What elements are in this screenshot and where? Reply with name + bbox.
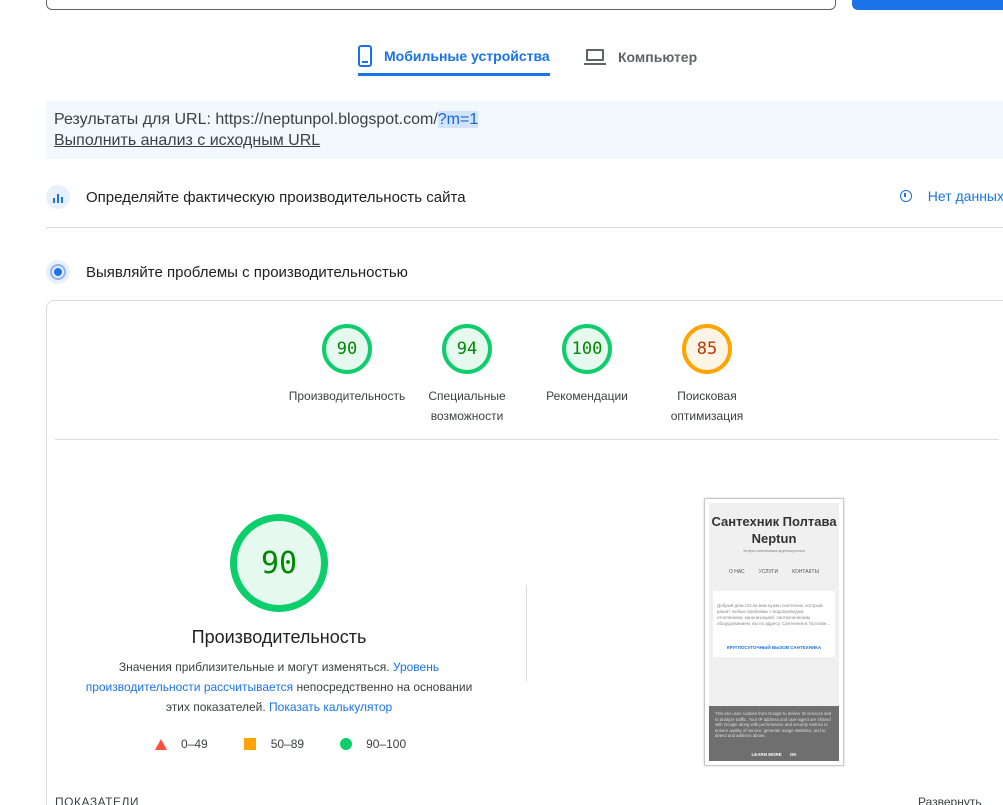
preview-nav-item: УСЛУГИ — [758, 569, 779, 575]
section-divider — [46, 227, 1003, 228]
tab-desktop[interactable]: Компьютер — [584, 38, 697, 76]
rerun-original-url-link[interactable]: Выполнить анализ с исходным URL — [54, 132, 998, 150]
gauge-best-practices[interactable]: 100 Рекомендации — [527, 324, 647, 426]
preview-cta: КРУГЛОСУТОЧНЫЙ ВЫЗОВ САНТЕХНИКА — [726, 645, 822, 650]
info-icon — [899, 190, 912, 202]
gauge-seo-label: Поисковая оптимизация — [670, 389, 744, 423]
preview-site-title: Сантехник Полтава Neptun — [711, 514, 837, 546]
expand-view-button[interactable]: Развернуть — [918, 795, 982, 805]
pass-circle-icon — [340, 738, 353, 750]
url-result-query: ?m=1 — [437, 111, 479, 128]
score-legend: 0–49 50–89 90–100 — [155, 737, 442, 751]
device-tabs: Мобильные устройства Компьютер — [358, 38, 697, 78]
preview-nav-item: КОНТАКТЫ — [792, 569, 820, 575]
preview-cookie-ok: OK — [789, 752, 797, 758]
performance-score-gauge: 90 — [230, 514, 328, 612]
preview-nav: О НАС УСЛУГИ КОНТАКТЫ — [709, 569, 839, 575]
performance-desc-text-1: Значения приблизительные и могут изменят… — [118, 660, 393, 674]
field-data-title: Определяйте фактическую производительнос… — [86, 188, 466, 206]
performance-description: Значения приблизительные и могут изменят… — [77, 657, 481, 717]
gauge-accessibility-score: 94 — [442, 324, 492, 374]
legend-average: 50–89 — [270, 737, 305, 751]
preview-cookie-banner: This site uses cookies from Google to de… — [709, 706, 839, 761]
url-result-panel: Результаты для URL: https://neptunpol.bl… — [46, 101, 1003, 159]
gauge-seo-score: 85 — [682, 324, 732, 374]
lighthouse-icon — [46, 260, 70, 284]
average-square-icon — [243, 738, 256, 750]
laptop-icon — [584, 49, 606, 65]
metrics-heading: ПОКАЗАТЕЛИ — [55, 795, 139, 805]
gauge-accessibility-label: Специальные возможности — [428, 389, 506, 423]
report-card: 90 Производительность 94 Специальные воз… — [46, 300, 1003, 805]
preview-subtitle: Услуги сантехника круглосуточно — [743, 548, 805, 553]
gauge-performance-label: Производительность — [288, 389, 406, 403]
url-input[interactable] — [46, 0, 836, 10]
users-chart-icon — [46, 185, 70, 209]
fail-triangle-icon — [155, 738, 167, 750]
analyze-button[interactable] — [852, 0, 1003, 10]
no-data-link[interactable]: Нет данных — [899, 188, 1003, 204]
gauge-performance[interactable]: 90 Производительность — [287, 324, 407, 426]
preview-cookie-text: This site uses cookies from Google to de… — [715, 711, 832, 739]
calculator-link[interactable]: Показать калькулятор — [269, 700, 392, 714]
preview-body-text: Добрый день! Если вам нужен сантехник, к… — [717, 603, 831, 626]
phone-icon — [358, 44, 372, 67]
performance-title: Производительность — [191, 627, 367, 647]
card-divider — [55, 439, 999, 440]
preview-nav-item: О НАС — [728, 569, 745, 575]
lab-data-section: Выявляйте проблемы с производительностью — [46, 257, 1003, 287]
vertical-divider — [526, 585, 527, 681]
preview-cookie-learn: LEARN MORE — [751, 752, 782, 758]
gauge-seo[interactable]: 85 Поисковая оптимизация — [647, 324, 767, 426]
preview-content-box: Добрый день! Если вам нужен сантехник, к… — [713, 591, 835, 657]
field-data-section: Определяйте фактическую производительнос… — [46, 182, 1003, 212]
legend-bad: 0–49 — [181, 737, 208, 751]
url-result-text: Результаты для URL: https://neptunpol.bl… — [54, 111, 438, 128]
tab-mobile[interactable]: Мобильные устройства — [358, 38, 550, 76]
page-screenshot-preview: Сантехник Полтава Neptun Услуги сантехни… — [704, 498, 844, 766]
legend-good: 90–100 — [366, 737, 407, 751]
lab-data-title: Выявляйте проблемы с производительностью — [86, 263, 408, 281]
no-data-label: Нет данных — [927, 188, 1003, 204]
gauge-best-practices-label: Рекомендации — [546, 389, 628, 403]
score-gauges: 90 Производительность 94 Специальные воз… — [287, 324, 767, 426]
gauge-best-practices-score: 100 — [562, 324, 612, 374]
gauge-performance-score: 90 — [322, 324, 372, 374]
gauge-accessibility[interactable]: 94 Специальные возможности — [407, 324, 527, 426]
tab-mobile-label: Мобильные устройства — [384, 47, 550, 64]
tab-desktop-label: Компьютер — [618, 49, 698, 65]
